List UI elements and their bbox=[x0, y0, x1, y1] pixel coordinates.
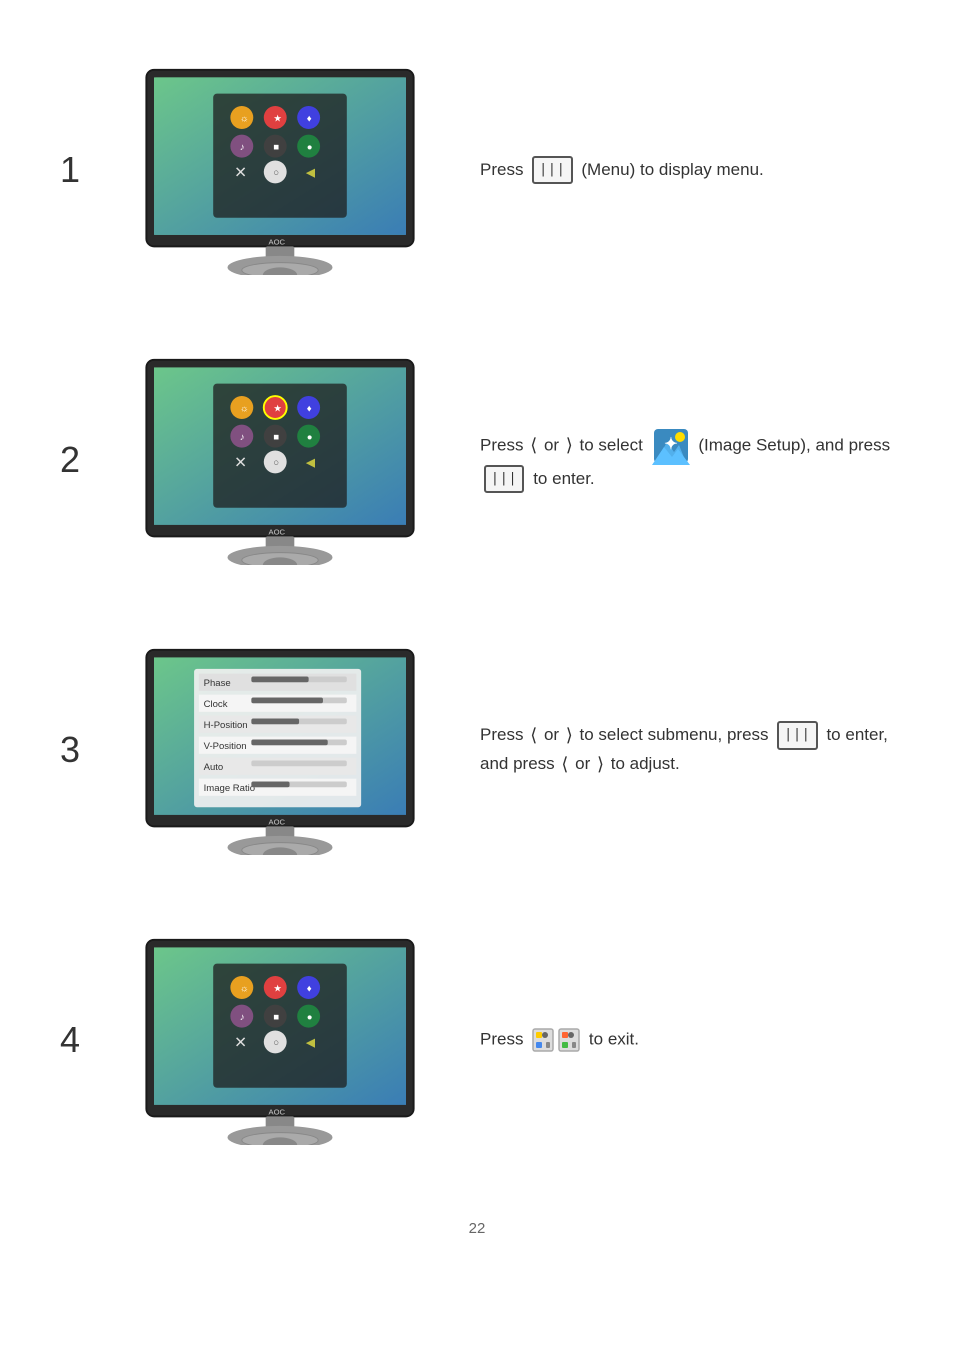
monitor-3: Phase Clock H-Position V-Position Auto bbox=[110, 645, 450, 855]
svg-text:Phase: Phase bbox=[204, 678, 231, 689]
monitor-2: ☼ ★ ♦ ♪ ■ ● ✕ ○ ◄ AOC bbox=[110, 355, 450, 565]
step-description-2: Press ⟨ or ⟩ to select ✦ (Image Setup), … bbox=[480, 417, 894, 504]
desc-text-3a: Press bbox=[480, 725, 528, 744]
desc-text-2a: Press bbox=[480, 435, 528, 454]
icon-arrow-right-3b: ⟩ bbox=[597, 750, 604, 779]
svg-text:■: ■ bbox=[273, 432, 279, 443]
desc-text-3b: or bbox=[539, 725, 564, 744]
svg-text:◄: ◄ bbox=[303, 455, 318, 472]
svg-text:☼: ☼ bbox=[240, 983, 249, 994]
monitor-svg-3: Phase Clock H-Position V-Position Auto bbox=[130, 645, 430, 855]
svg-text:●: ● bbox=[307, 1012, 313, 1023]
svg-text:★: ★ bbox=[273, 403, 282, 414]
monitor-svg-4: ☼ ★ ♦ ♪ ■ ● ✕ ○ ◄ AOC bbox=[130, 935, 430, 1145]
svg-text:✕: ✕ bbox=[234, 1035, 247, 1052]
svg-text:Clock: Clock bbox=[204, 699, 228, 710]
icon-exit bbox=[532, 1025, 580, 1055]
icon-arrow-left-3b: ⟨ bbox=[561, 750, 568, 779]
icon-image-setup: ✦ bbox=[652, 427, 690, 465]
svg-text:♦: ♦ bbox=[307, 403, 312, 414]
svg-text:○: ○ bbox=[273, 458, 279, 469]
svg-text:♦: ♦ bbox=[307, 113, 312, 124]
desc-text-2e: to enter. bbox=[528, 469, 594, 488]
step-number-1: 1 bbox=[60, 149, 110, 191]
svg-text:★: ★ bbox=[273, 113, 282, 124]
svg-text:H-Position: H-Position bbox=[204, 720, 248, 731]
desc-text-1a: Press bbox=[480, 160, 528, 179]
step-number-3: 3 bbox=[60, 729, 110, 771]
svg-text:AOC: AOC bbox=[269, 527, 286, 536]
svg-text:♪: ♪ bbox=[240, 1012, 245, 1023]
svg-text:AOC: AOC bbox=[269, 1107, 286, 1116]
page-number: 22 bbox=[60, 1220, 894, 1237]
desc-text-2b: or bbox=[539, 435, 564, 454]
desc-text-3c: to select submenu, press bbox=[575, 725, 773, 744]
desc-text-4b: to exit. bbox=[589, 1029, 639, 1048]
desc-text-2c: to select bbox=[575, 435, 648, 454]
desc-text-1b: (Menu) to display menu. bbox=[577, 160, 764, 179]
step-description-1: Press ||| (Menu) to display menu. bbox=[480, 146, 894, 195]
svg-text:○: ○ bbox=[273, 1038, 279, 1049]
svg-text:✕: ✕ bbox=[234, 165, 247, 182]
icon-menu-3: ||| bbox=[777, 721, 817, 750]
svg-text:✕: ✕ bbox=[234, 455, 247, 472]
svg-text:Auto: Auto bbox=[204, 762, 224, 773]
monitor-4: ☼ ★ ♦ ♪ ■ ● ✕ ○ ◄ AOC bbox=[110, 935, 450, 1145]
step-row-3: 3 Phase Clock bbox=[60, 620, 894, 880]
icon-menu-1: ||| bbox=[532, 156, 572, 185]
svg-text:☼: ☼ bbox=[240, 403, 249, 414]
svg-text:AOC: AOC bbox=[269, 237, 286, 246]
step-number-2: 2 bbox=[60, 439, 110, 481]
icon-arrow-right-2a: ⟩ bbox=[566, 431, 573, 460]
svg-text:◄: ◄ bbox=[303, 165, 318, 182]
svg-text:AOC: AOC bbox=[269, 817, 286, 826]
svg-text:○: ○ bbox=[273, 168, 279, 179]
svg-text:✦: ✦ bbox=[664, 436, 677, 453]
desc-text-2d: (Image Setup), and press bbox=[698, 435, 890, 454]
icon-arrow-right-3a: ⟩ bbox=[566, 721, 573, 750]
icon-menu-2: ||| bbox=[484, 465, 524, 494]
step-row-2: 2 ☼ ★ ♦ ♪ bbox=[60, 330, 894, 590]
monitor-svg-2: ☼ ★ ♦ ♪ ■ ● ✕ ○ ◄ AOC bbox=[130, 355, 430, 565]
desc-text-4a: Press bbox=[480, 1029, 528, 1048]
monitor-1: ☼ ★ ♦ ♪ ■ ● ✕ ○ ◄ bbox=[110, 65, 450, 275]
svg-text:◄: ◄ bbox=[303, 1035, 318, 1052]
svg-text:♦: ♦ bbox=[307, 983, 312, 994]
icon-arrow-left-2a: ⟨ bbox=[530, 431, 537, 460]
step-description-3: Press ⟨ or ⟩ to select submenu, press ||… bbox=[480, 711, 894, 789]
svg-text:■: ■ bbox=[273, 142, 279, 153]
step-number-4: 4 bbox=[60, 1019, 110, 1061]
monitor-svg-1: ☼ ★ ♦ ♪ ■ ● ✕ ○ ◄ bbox=[130, 65, 430, 275]
svg-text:★: ★ bbox=[273, 983, 282, 994]
step-row-1: 1 ☼ ★ bbox=[60, 40, 894, 300]
icon-arrow-left-3a: ⟨ bbox=[530, 721, 537, 750]
desc-text-3f: to adjust. bbox=[606, 754, 680, 773]
svg-text:●: ● bbox=[307, 142, 313, 153]
step-row-4: 4 ☼ ★ ♦ ♪ bbox=[60, 910, 894, 1170]
svg-text:☼: ☼ bbox=[240, 113, 249, 124]
svg-text:V-Position: V-Position bbox=[204, 741, 247, 752]
desc-text-3e: or bbox=[570, 754, 595, 773]
svg-text:♪: ♪ bbox=[240, 142, 245, 153]
svg-text:●: ● bbox=[307, 432, 313, 443]
svg-text:Image Ratio: Image Ratio bbox=[204, 783, 255, 794]
page: 1 ☼ ★ bbox=[0, 0, 954, 1350]
svg-text:♪: ♪ bbox=[240, 432, 245, 443]
svg-text:■: ■ bbox=[273, 1012, 279, 1023]
step-description-4: Press to exit. bbox=[480, 1015, 894, 1065]
